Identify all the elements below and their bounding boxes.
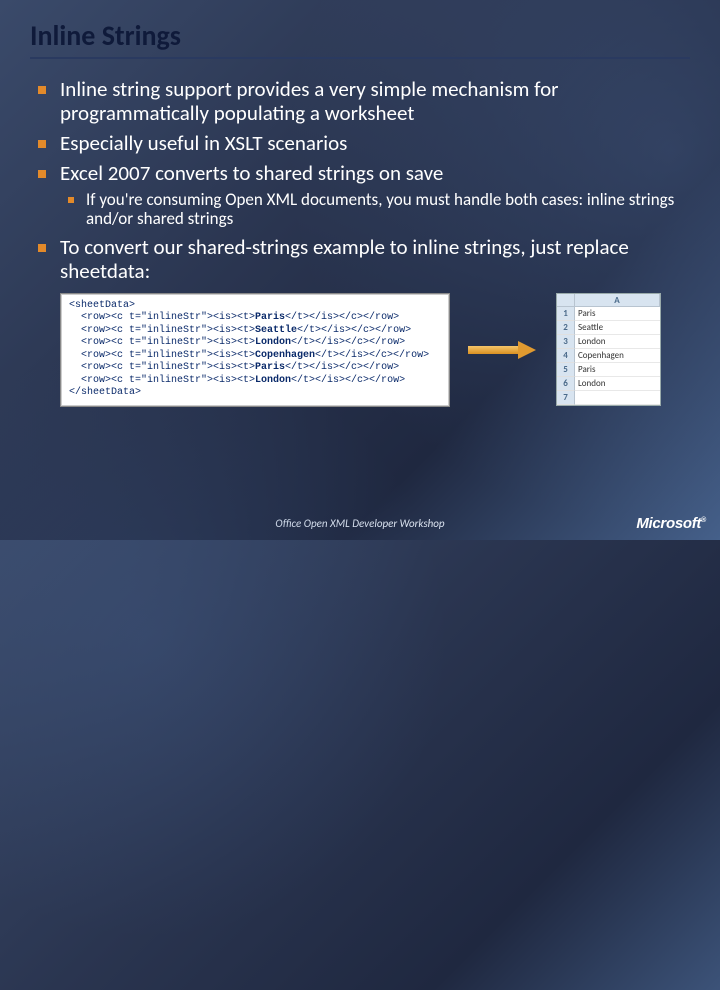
row-header: 6 [557, 377, 575, 391]
row-header: 2 [557, 321, 575, 335]
bullet-text: Excel 2007 converts to shared strings on… [60, 160, 443, 186]
slide-title: Inline Strings [30, 18, 690, 53]
sheet-corner [557, 294, 575, 307]
cell: Copenhagen [575, 349, 660, 363]
row-header: 5 [557, 363, 575, 377]
sub-bullet-list: If you're consuming Open XML documents, … [60, 190, 690, 229]
title-underline [30, 57, 690, 59]
bullet-item: Excel 2007 converts to shared strings on… [60, 161, 690, 228]
cell: London [575, 377, 660, 391]
row-header: 1 [557, 307, 575, 321]
sub-bullet-item: If you're consuming Open XML documents, … [86, 190, 690, 229]
excel-preview: A 1Paris2Seattle3London4Copenhagen5Paris… [556, 293, 661, 406]
cell: Seattle [575, 321, 660, 335]
row-header: 4 [557, 349, 575, 363]
arrow-icon [468, 341, 538, 359]
bullet-item: Inline string support provides a very si… [60, 77, 690, 125]
cell [575, 391, 660, 405]
row-header: 7 [557, 391, 575, 405]
bullet-item: To convert our shared-strings example to… [60, 235, 690, 283]
row-header: 3 [557, 335, 575, 349]
xml-code-box: <sheetData> <row><c t="inlineStr"><is><t… [60, 293, 450, 407]
cell: London [575, 335, 660, 349]
cell: Paris [575, 307, 660, 321]
example-row: <sheetData> <row><c t="inlineStr"><is><t… [30, 293, 690, 407]
cell: Paris [575, 363, 660, 377]
col-header: A [575, 294, 660, 307]
bullet-item: Especially useful in XSLT scenarios [60, 131, 690, 155]
bullet-list: Inline string support provides a very si… [30, 77, 690, 283]
